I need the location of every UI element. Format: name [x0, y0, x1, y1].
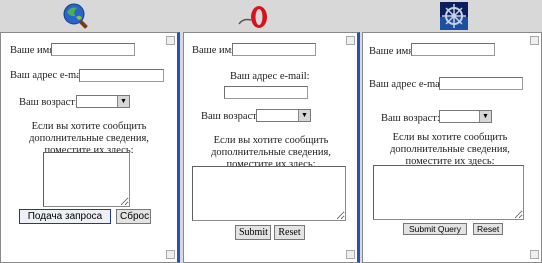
- name-label: Ваше имя: [369, 46, 414, 57]
- reset-button[interactable]: Reset: [473, 223, 503, 235]
- age-label: Ваш возраст:: [19, 97, 78, 108]
- submit-button[interactable]: Submit: [235, 225, 271, 240]
- reset-button[interactable]: Сброс: [116, 209, 151, 224]
- email-field[interactable]: [79, 69, 164, 82]
- scroll-down-button[interactable]: [166, 250, 175, 259]
- chevron-down-icon: ▼: [298, 110, 310, 121]
- email-label: Ваш адрес e-mail:: [369, 79, 449, 90]
- age-label: Ваш возраст:: [201, 111, 260, 122]
- scroll-up-button[interactable]: [346, 36, 355, 45]
- email-field[interactable]: [439, 77, 523, 90]
- netscape-form-panel: Ваше имя Ваш адрес e-mail: Ваш возраст: …: [362, 32, 542, 263]
- scroll-up-button[interactable]: [166, 36, 175, 45]
- ie-form-panel: Ваше имя Ваш адрес e-mail: Ваш возраст: …: [0, 32, 180, 263]
- name-field[interactable]: [232, 43, 316, 56]
- comments-label: Если вы хотите сообщить дополнительные с…: [390, 132, 510, 167]
- age-label: Ваш возраст:: [381, 113, 440, 124]
- reset-button[interactable]: Reset: [274, 225, 305, 240]
- name-field[interactable]: [51, 43, 135, 56]
- name-label: Ваше имя: [10, 45, 55, 56]
- submit-button[interactable]: Submit Query: [403, 223, 467, 235]
- submit-button[interactable]: Подача запроса: [19, 209, 111, 224]
- age-select[interactable]: ▼: [256, 109, 311, 122]
- email-label: Ваш адрес e-mail:: [10, 70, 90, 81]
- comments-textarea[interactable]: [373, 165, 524, 220]
- age-select[interactable]: ▼: [439, 110, 492, 123]
- internet-explorer-icon: [63, 3, 88, 29]
- netscape-icon: [440, 2, 468, 30]
- email-field[interactable]: [224, 86, 308, 99]
- scroll-up-button[interactable]: [530, 36, 539, 45]
- chevron-down-icon: ▼: [479, 111, 491, 122]
- browser-header: [0, 0, 542, 32]
- comments-textarea[interactable]: [192, 166, 346, 221]
- name-field[interactable]: [411, 43, 495, 56]
- opera-icon: [238, 6, 267, 28]
- comments-textarea[interactable]: [43, 152, 130, 207]
- opera-form-panel: Ваше имя Ваш адрес e-mail: Ваш возраст: …: [183, 32, 360, 263]
- scroll-down-button[interactable]: [346, 250, 355, 259]
- email-label: Ваш адрес e-mail:: [230, 71, 310, 82]
- chevron-down-icon: ▼: [117, 96, 129, 107]
- age-select[interactable]: ▼: [76, 95, 130, 108]
- scroll-down-button[interactable]: [530, 250, 539, 259]
- name-label: Ваше имя: [192, 45, 237, 56]
